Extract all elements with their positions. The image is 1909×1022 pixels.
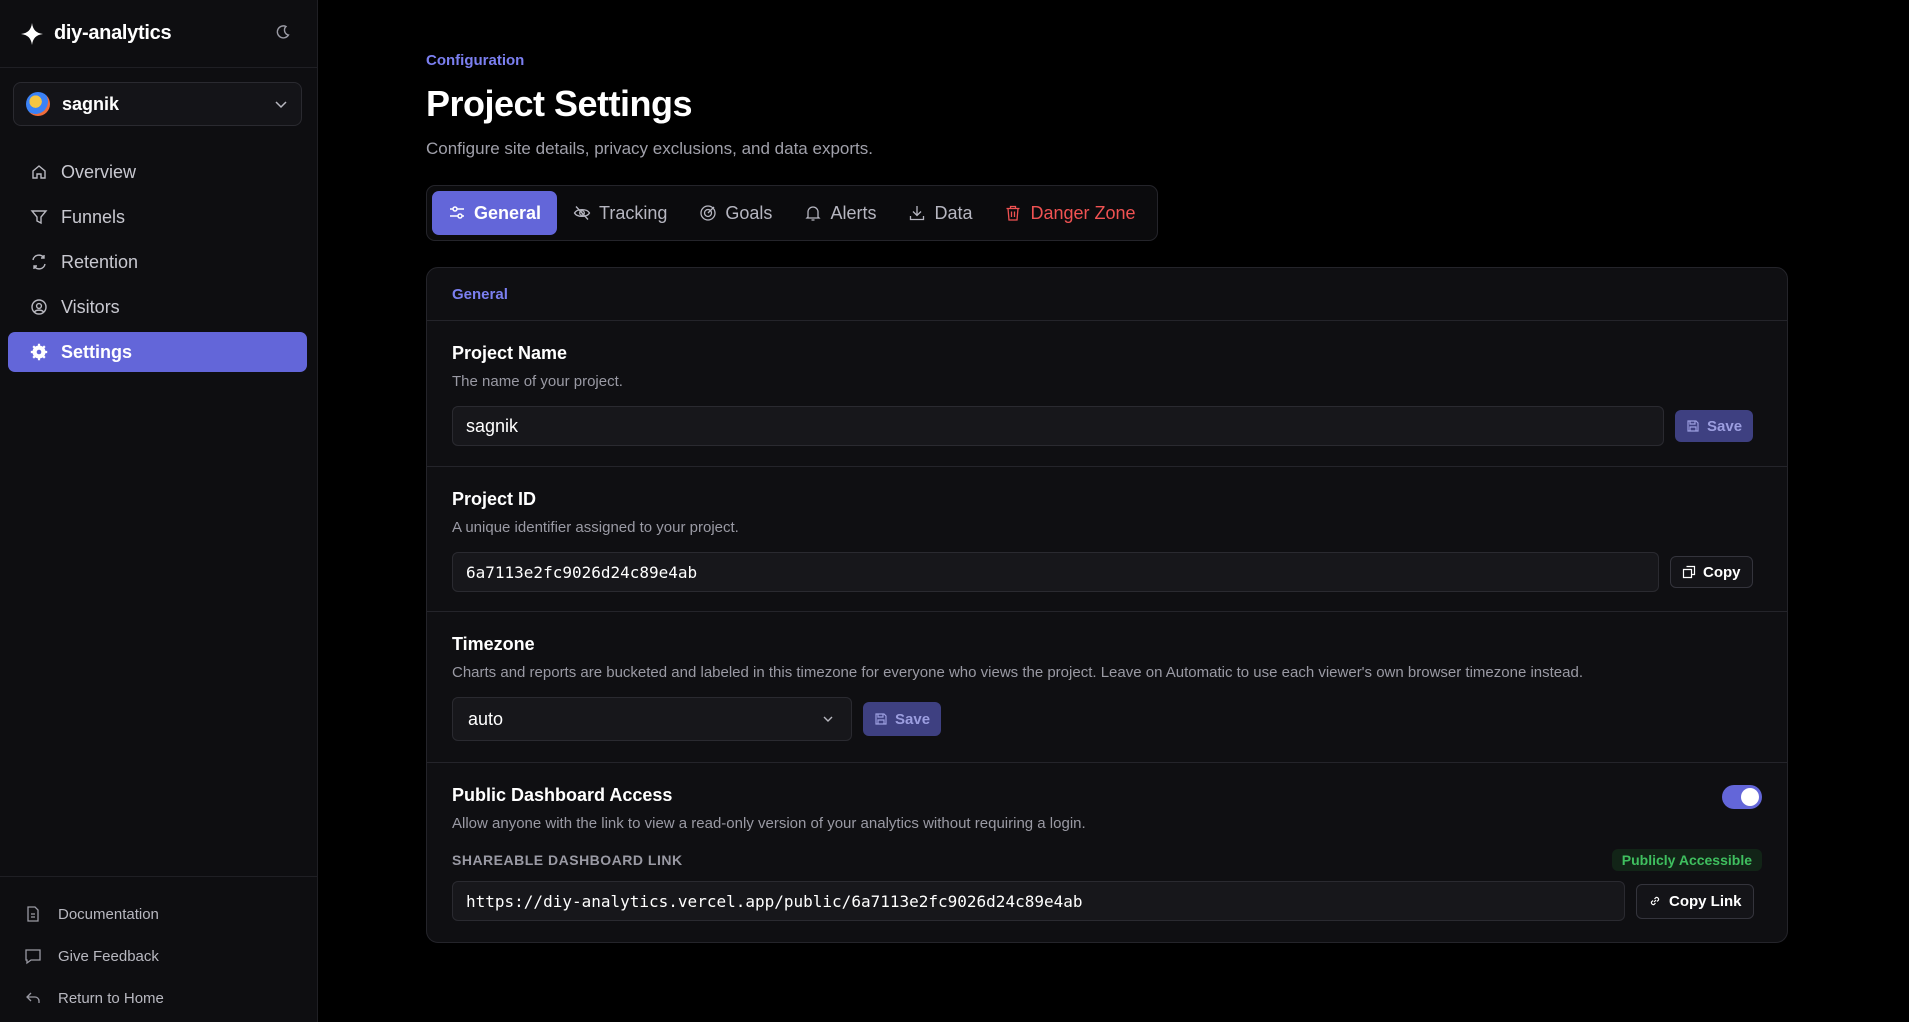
bell-icon xyxy=(805,206,822,221)
document-icon xyxy=(27,906,39,922)
sidebar: diy-analytics sagnik Overview Funnels Re… xyxy=(0,0,318,1022)
link-icon xyxy=(1650,896,1660,906)
general-settings-card: General Project Name The name of your pr… xyxy=(426,267,1788,943)
copy-label: Copy xyxy=(1703,563,1741,581)
message-icon xyxy=(25,949,41,965)
timezone-section: Timezone Charts and reports are bucketed… xyxy=(427,612,1787,763)
copy-icon xyxy=(1682,565,1696,579)
timezone-select[interactable]: auto xyxy=(452,697,852,741)
tab-label: Goals xyxy=(725,202,773,223)
copy-link-button[interactable]: Copy Link xyxy=(1636,883,1754,919)
chevron-down-icon xyxy=(275,101,287,109)
project-name-section: Project Name The name of your project. s… xyxy=(427,321,1787,467)
save-icon xyxy=(875,713,887,725)
moon-icon[interactable] xyxy=(275,24,291,40)
sidebar-footer-label: Documentation xyxy=(58,905,159,923)
sidebar-item-overview[interactable]: Overview xyxy=(8,152,307,192)
copy-link-label: Copy Link xyxy=(1669,892,1742,910)
save-label: Save xyxy=(895,710,931,728)
eye-off-icon xyxy=(573,206,591,220)
sidebar-nav: Overview Funnels Retention Visitors Sett… xyxy=(8,152,307,377)
section-title: Project ID xyxy=(452,489,537,509)
target-icon xyxy=(700,205,717,221)
section-description: Charts and reports are bucketed and labe… xyxy=(452,664,1583,681)
return-icon xyxy=(26,992,40,1003)
share-link-label: SHAREABLE DASHBOARD LINK xyxy=(452,852,683,868)
tab-label: Danger Zone xyxy=(1030,202,1136,223)
share-link-field[interactable]: https://diy-analytics.vercel.app/public/… xyxy=(452,881,1625,921)
save-project-name-button[interactable]: Save xyxy=(1675,410,1754,442)
sidebar-item-retention[interactable]: Retention xyxy=(8,242,307,282)
funnel-icon xyxy=(30,210,48,225)
avatar xyxy=(26,92,50,116)
section-title: Public Dashboard Access xyxy=(452,785,673,805)
public-access-toggle[interactable] xyxy=(1722,785,1762,809)
brand-name: diy-analytics xyxy=(54,22,172,44)
chevron-down-icon xyxy=(823,716,833,722)
status-badge: Publicly Accessible xyxy=(1611,849,1762,871)
section-description: A unique identifier assigned to your pro… xyxy=(452,519,739,536)
save-timezone-button[interactable]: Save xyxy=(863,702,942,736)
project-id-field[interactable]: 6a7113e2fc9026d24c89e4ab xyxy=(452,552,1659,592)
card-heading: General xyxy=(427,268,1787,321)
section-description: Allow anyone with the link to view a rea… xyxy=(452,815,1086,832)
toggle-knob xyxy=(1741,788,1759,806)
sidebar-item-visitors[interactable]: Visitors xyxy=(8,287,307,327)
sidebar-footer-label: Give Feedback xyxy=(58,947,159,965)
page-subtitle: Configure site details, privacy exclusio… xyxy=(426,139,873,158)
sidebar-footer-label: Return to Home xyxy=(58,989,164,1007)
section-title: Timezone xyxy=(452,634,535,654)
trash-icon xyxy=(1006,205,1020,221)
refresh-icon xyxy=(32,254,46,270)
timezone-value: auto xyxy=(468,708,504,729)
tab-label: General xyxy=(474,202,542,223)
tab-general[interactable]: General xyxy=(432,191,558,235)
project-id-section: Project ID A unique identifier assigned … xyxy=(427,467,1787,612)
save-label: Save xyxy=(1707,417,1743,435)
sidebar-item-feedback[interactable]: Give Feedback xyxy=(0,935,317,977)
brand[interactable]: diy-analytics xyxy=(0,0,317,68)
sidebar-item-return-home[interactable]: Return to Home xyxy=(0,977,317,1019)
user-circle-icon xyxy=(31,299,47,315)
sidebar-item-label: Settings xyxy=(61,341,133,362)
sidebar-item-funnels[interactable]: Funnels xyxy=(8,197,307,237)
save-icon xyxy=(1687,420,1699,432)
breadcrumb: Configuration xyxy=(426,52,525,69)
sidebar-item-settings[interactable]: Settings xyxy=(8,332,307,372)
sparkle-icon xyxy=(21,22,43,45)
download-icon xyxy=(910,206,925,221)
sidebar-item-documentation[interactable]: Documentation xyxy=(0,893,317,935)
gear-icon xyxy=(30,343,48,361)
settings-tabs: General Tracking Goals Alerts Data Dange… xyxy=(426,185,1158,241)
tab-label: Alerts xyxy=(830,202,877,223)
page-title: Project Settings xyxy=(426,83,693,124)
tab-tracking[interactable]: Tracking xyxy=(557,191,683,235)
main-content: Configuration Project Settings Configure… xyxy=(426,52,1788,241)
section-description: The name of your project. xyxy=(452,373,623,390)
sidebar-item-label: Retention xyxy=(61,251,139,272)
project-selector[interactable]: sagnik xyxy=(13,82,302,126)
section-title: Project Name xyxy=(452,343,568,363)
tab-label: Data xyxy=(934,202,973,223)
tab-goals[interactable]: Goals xyxy=(683,191,788,235)
sidebar-item-label: Overview xyxy=(61,161,137,182)
sidebar-item-label: Visitors xyxy=(61,296,120,317)
tab-data[interactable]: Data xyxy=(892,191,988,235)
project-selector-name: sagnik xyxy=(62,93,120,114)
sidebar-footer: Documentation Give Feedback Return to Ho… xyxy=(0,876,317,1019)
sliders-icon xyxy=(450,206,464,219)
tab-danger-zone[interactable]: Danger Zone xyxy=(988,191,1151,235)
sidebar-item-label: Funnels xyxy=(61,206,126,227)
project-name-input[interactable]: sagnik xyxy=(452,406,1664,446)
home-icon xyxy=(32,165,46,179)
tab-label: Tracking xyxy=(599,202,668,223)
tab-alerts[interactable]: Alerts xyxy=(788,191,892,235)
copy-project-id-button[interactable]: Copy xyxy=(1670,556,1753,588)
public-access-section: Public Dashboard Access Allow anyone wit… xyxy=(427,763,1787,942)
